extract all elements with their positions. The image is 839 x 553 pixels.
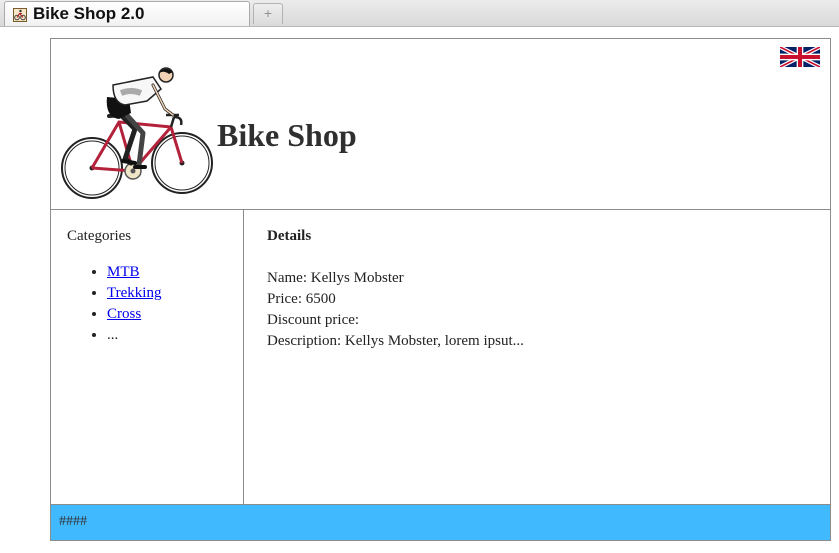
categories-heading: Categories — [67, 228, 132, 244]
category-item-cross: Cross — [107, 304, 161, 325]
new-tab-button[interactable]: + — [253, 3, 283, 24]
bike-favicon-icon — [13, 8, 27, 22]
details-name: Name: Kellys Mobster — [267, 270, 404, 286]
site-header: Bike Shop — [51, 39, 830, 210]
details-panel: Details Name: Kellys Mobster Price: 6500… — [244, 210, 830, 504]
details-description: Description: Kellys Mobster, lorem ipsut… — [267, 333, 524, 349]
browser-tab-bar: Bike Shop 2.0 + — [0, 0, 839, 27]
cyclist-logo-icon — [61, 67, 216, 207]
page-frame: Bike Shop Categories MTB Trekking Cross … — [50, 38, 831, 541]
category-item-mtb: MTB — [107, 262, 161, 283]
uk-flag-icon[interactable] — [779, 45, 821, 72]
details-discount-price: Discount price: — [267, 312, 360, 328]
category-link-mtb[interactable]: MTB — [107, 264, 140, 280]
categories-sidebar: Categories MTB Trekking Cross ... — [51, 210, 244, 504]
category-item-more: ... — [107, 325, 161, 346]
site-footer: #### — [51, 504, 830, 540]
category-more-text: ... — [107, 327, 119, 343]
category-item-trekking: Trekking — [107, 283, 161, 304]
browser-tab-title: Bike Shop 2.0 — [33, 4, 145, 23]
categories-list: MTB Trekking Cross ... — [67, 262, 161, 346]
details-heading: Details — [267, 228, 312, 244]
footer-text: #### — [59, 514, 87, 529]
details-price: Price: 6500 — [267, 291, 336, 307]
browser-tab[interactable]: Bike Shop 2.0 — [4, 1, 250, 26]
category-link-cross[interactable]: Cross — [107, 306, 141, 322]
category-link-trekking[interactable]: Trekking — [107, 285, 161, 301]
details-body: Name: Kellys Mobster Price: 6500 Discoun… — [267, 268, 524, 352]
site-title: Bike Shop — [217, 117, 357, 153]
